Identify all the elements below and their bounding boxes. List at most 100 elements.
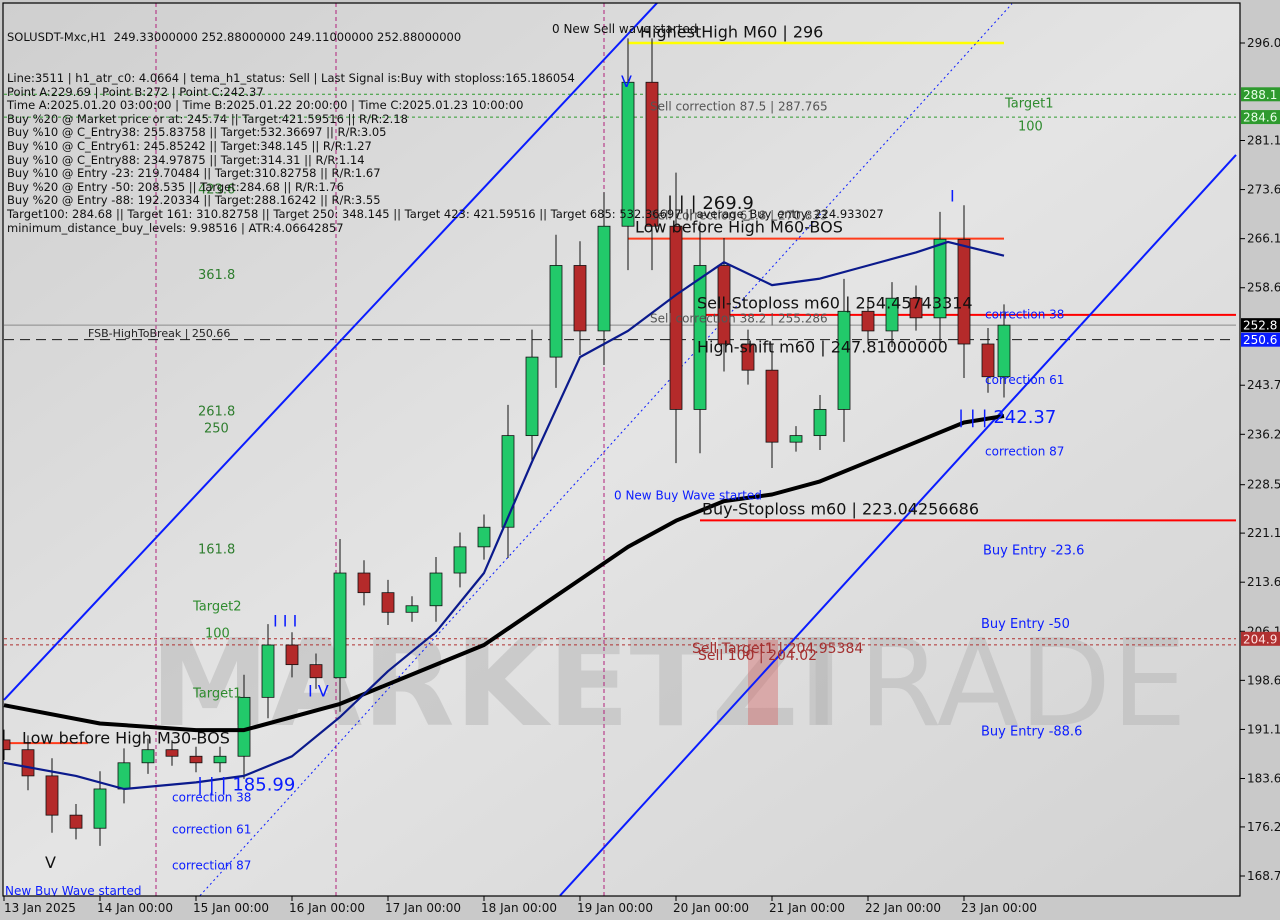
y-tick-label: 296.0 [1247, 36, 1280, 50]
price-tag-label: 204.9 [1243, 632, 1277, 646]
chart-annotation: 423.6 [198, 183, 235, 198]
candle-body [237, 696, 251, 757]
y-tick-label: 183.6 [1247, 772, 1280, 786]
candle-body [309, 664, 323, 679]
candle-body [45, 775, 59, 816]
candle-body [429, 572, 443, 607]
price-chart[interactable]: MARKETZITRADE 0 New Sell wave startedHig… [0, 0, 1280, 920]
candle-body [765, 369, 779, 443]
candle-body [573, 265, 587, 332]
candle-body [525, 356, 539, 437]
chart-annotation: | | | 242.37 [958, 407, 1056, 428]
chart-annotation: Sell correction 38.2 | 255.286 [650, 312, 828, 326]
chart-annotation: V [621, 72, 632, 91]
y-tick-label: 213.6 [1247, 575, 1280, 589]
candle-body [93, 788, 107, 829]
chart-annotation: V [45, 853, 56, 872]
x-tick-label: 22 Jan 00:00 [865, 901, 941, 915]
chart-annotation: correction 87 [985, 444, 1064, 458]
y-tick-label: 168.7 [1247, 869, 1280, 883]
chart-annotation: Low before High M60-BOS [635, 218, 843, 237]
candle-body [837, 310, 851, 410]
candle-body [861, 310, 875, 332]
chart-annotation: Target2 [192, 600, 242, 615]
chart-annotation: 161.8 [198, 543, 235, 558]
y-tick-label: 198.6 [1247, 673, 1280, 687]
chart-annotation: I I I [273, 612, 297, 631]
y-tick-label: 266.1 [1247, 232, 1280, 246]
candle-body [333, 572, 347, 679]
candle-body [501, 435, 515, 528]
candle-body [621, 81, 635, 227]
candle-body [357, 572, 371, 594]
candle-body [21, 749, 35, 777]
x-tick-label: 18 Jan 00:00 [481, 901, 557, 915]
y-tick-label: 191.1 [1247, 722, 1280, 736]
candle-body [69, 814, 83, 829]
y-tick-label: 176.2 [1247, 820, 1280, 834]
chart-annotation: correction 87 [172, 859, 251, 873]
chart-annotation: Buy Entry -50 [981, 617, 1070, 632]
chart-annotation: correction 38 [985, 308, 1064, 322]
chart-annotation: Sell-Stoploss m60 | 254.45743314 [697, 294, 973, 313]
chart-annotation: Low before High M30-BOS [22, 729, 230, 748]
y-tick-label: 281.1 [1247, 133, 1280, 147]
y-tick-label: 236.2 [1247, 427, 1280, 441]
y-tick-label: 243.7 [1247, 378, 1280, 392]
candle-body [997, 324, 1011, 378]
chart-annotation: Buy Entry -23.6 [983, 543, 1084, 558]
candle-body [165, 749, 179, 757]
chart-annotation: Buy-Stoploss m60 | 223.04256686 [702, 500, 979, 519]
chart-annotation: High-shift m60 | 247.81000000 [697, 337, 948, 356]
x-tick-label: 19 Jan 00:00 [577, 901, 653, 915]
x-tick-label: 20 Jan 00:00 [673, 901, 749, 915]
x-tick-label: 15 Jan 00:00 [193, 901, 269, 915]
chart-annotation: 100 [205, 626, 230, 641]
x-tick-label: 21 Jan 00:00 [769, 901, 845, 915]
y-tick-label: 258.6 [1247, 281, 1280, 295]
chart-annotation: correction 61 [172, 823, 251, 837]
price-tag-label: 288.1 [1243, 88, 1277, 102]
candle-body [957, 238, 971, 345]
candle-body [597, 225, 611, 332]
y-tick-label: 221.1 [1247, 526, 1280, 540]
chart-annotation: 250 [204, 422, 229, 437]
price-tag-label: 284.6 [1243, 111, 1277, 125]
y-tick-label: 228.5 [1247, 478, 1280, 492]
x-tick-label: 23 Jan 00:00 [961, 901, 1037, 915]
x-tick-label: 17 Jan 00:00 [385, 901, 461, 915]
chart-annotation: I V [308, 682, 329, 701]
candle-body [189, 755, 203, 764]
candle-body [813, 409, 827, 437]
candle-body [453, 546, 467, 574]
candle-body [549, 265, 563, 358]
price-tag-label: 252.8 [1243, 319, 1277, 333]
candle-body [261, 644, 275, 698]
chart-annotation: 100 [1018, 119, 1043, 134]
candle-body [477, 526, 491, 548]
chart-annotation: correction 38 [172, 791, 251, 805]
chart-annotation: correction 61 [985, 373, 1064, 387]
x-tick-label: 16 Jan 00:00 [289, 901, 365, 915]
chart-annotation: Target1 [192, 687, 242, 702]
candle-body [213, 755, 227, 764]
x-tick-label: 13 Jan 2025 [4, 901, 76, 915]
chart-annotation: Sell 100 | 204.02 [698, 648, 817, 664]
chart-annotation: HighestHigh M60 | 296 [640, 23, 823, 42]
x-tick-label: 14 Jan 00:00 [97, 901, 173, 915]
chart-annotation: Target1 [1004, 96, 1054, 111]
chart-annotation: 261.8 [198, 405, 235, 420]
price-tag-label: 250.6 [1243, 333, 1277, 347]
candle-body [117, 762, 131, 790]
chart-annotation: I [950, 186, 955, 205]
candle-body [405, 605, 419, 613]
chart-annotation: Buy Entry -88.6 [981, 725, 1082, 740]
y-tick-label: 273.6 [1247, 183, 1280, 197]
candle-body [381, 592, 395, 613]
chart-annotation: FSB-HighToBreak | 250.66 [88, 327, 230, 340]
candle-body [285, 644, 299, 666]
candle-body [789, 435, 803, 443]
chart-annotation: Sell correction 87.5 | 287.765 [650, 100, 828, 114]
candle-body [141, 749, 155, 764]
candle-body [981, 343, 995, 378]
